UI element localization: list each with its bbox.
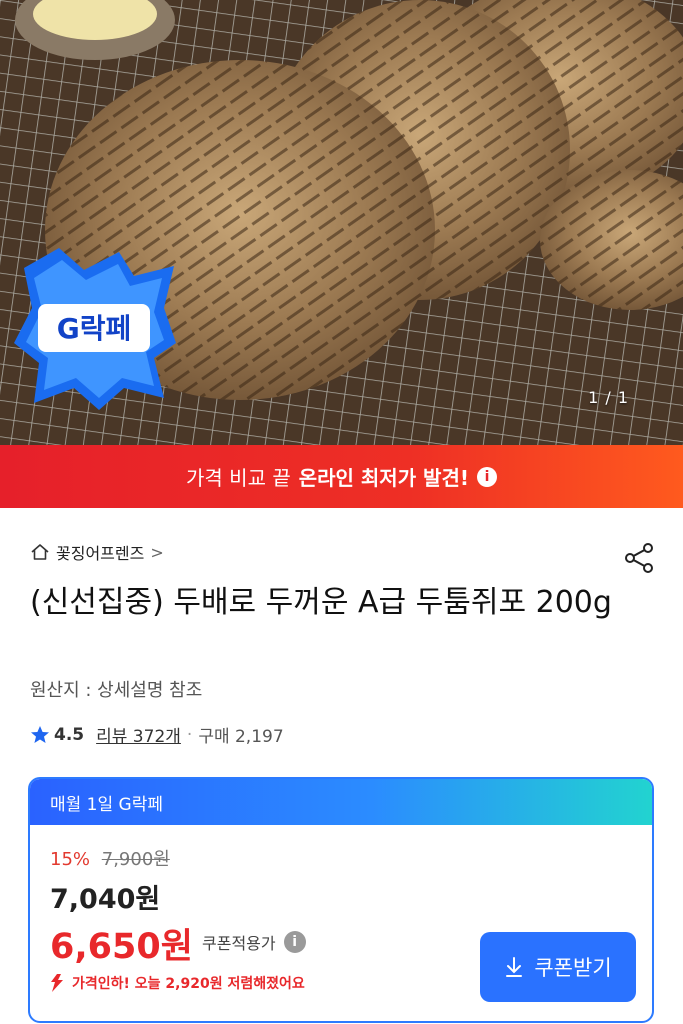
origin-info: 원산지 : 상세설명 참조 [30,680,203,701]
coupon-price-label: 쿠폰적용가 i [202,930,306,954]
share-button[interactable] [621,540,657,576]
purchase-count: 구매 2,197 [198,727,284,747]
coupon-price: 6,650원 [50,927,193,967]
discount-row: 15% 7,900원 [50,845,170,871]
download-icon [506,957,523,977]
g-lakpe-badge: G락페 [14,248,176,410]
get-coupon-button[interactable]: 쿠폰받기 [480,932,636,1002]
product-title: (신선집중) 두배로 두꺼운 A급 두툼쥐포 200g [30,585,612,620]
rating-row: 4.5 리뷰 372개 · 구매 2,197 [30,722,284,747]
arrow-down-icon [51,974,63,992]
lowest-price-banner[interactable]: 가격 비교 끝 온라인 최저가 발견! i [0,445,683,508]
review-count-link[interactable]: 리뷰 372개 [96,722,181,747]
original-price: 7,900원 [101,849,170,870]
price-drop-note: 가격인하! 오늘 2,920원 저렴해졌어요 [48,973,305,993]
price-card-header: 매월 1일 G락페 [30,779,652,825]
price-card: 매월 1일 G락페 15% 7,900원 7,040원 6,650원 쿠폰적용가… [28,777,654,1023]
sale-price: 7,040원 [50,884,161,915]
discount-rate: 15% [50,849,91,870]
promo-text: 가격 비교 끝 [186,466,291,490]
home-icon [31,544,49,560]
info-icon[interactable]: i [476,466,497,487]
product-image[interactable]: G락페 1 / 1 [0,0,683,445]
seller-link[interactable]: 꽃징어프렌즈 > [30,540,164,564]
lightning-badge-icon: G락페 [14,248,176,410]
seller-name: 꽃징어프렌즈 [56,544,145,563]
coupon-label-text: 쿠폰적용가 [202,934,276,953]
chevron-right-icon: > [150,542,164,562]
share-icon [625,543,653,573]
separator: · [186,724,193,745]
price-drop-text: 가격인하! 오늘 2,920원 저렴해졌어요 [72,976,305,992]
rating-score: 4.5 [54,724,85,745]
star-icon [31,725,49,743]
info-icon[interactable]: i [283,931,306,953]
badge-text: G락페 [57,312,132,345]
image-page-indicator: 1 / 1 [588,388,629,407]
get-coupon-label: 쿠폰받기 [534,956,612,980]
promo-highlight: 온라인 최저가 발견! [298,466,469,490]
